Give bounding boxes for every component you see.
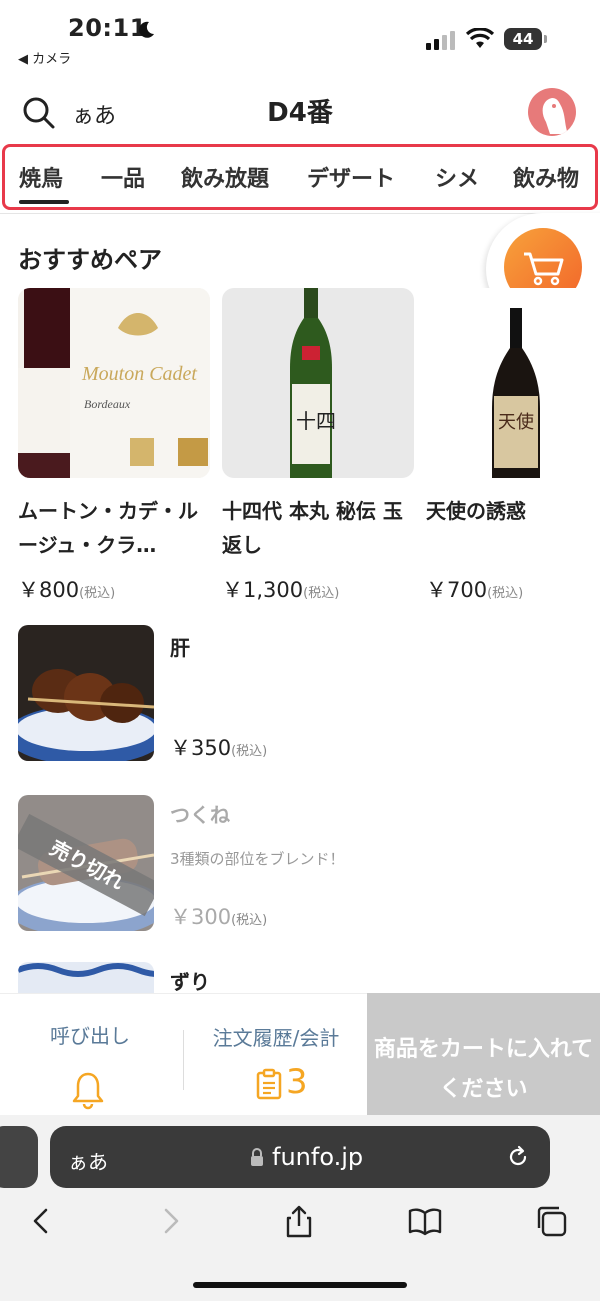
back-to-camera-link[interactable]: ◀ カメラ [18, 48, 71, 67]
soldout-badge: 売り切れ [18, 813, 154, 917]
divider [0, 213, 600, 214]
share-icon[interactable] [282, 1204, 316, 1238]
previous-tab[interactable] [0, 1126, 38, 1188]
call-staff-button[interactable]: 呼び出し [0, 1020, 180, 1049]
item-name: 肝 [170, 636, 190, 660]
product-name: 十四代 本丸 秘伝 玉返し [222, 499, 403, 557]
item-image-kimo[interactable] [18, 625, 154, 761]
tab-nomihoudai[interactable]: 飲み放題 [181, 161, 269, 193]
item-price: ￥350(税込) [170, 736, 268, 760]
forward-icon[interactable] [154, 1204, 188, 1238]
page-title: D4番 [267, 98, 333, 128]
url-text[interactable]: funfo.jp [272, 1143, 363, 1171]
reload-icon[interactable] [506, 1145, 530, 1169]
tab-shime[interactable]: シメ [435, 161, 479, 193]
reader-settings-button[interactable]: ぁあ [68, 1146, 108, 1175]
svg-text:天使: 天使 [498, 412, 534, 433]
divider [183, 1030, 184, 1090]
bell-icon[interactable] [70, 1070, 106, 1110]
svg-text:十四: 十四 [296, 409, 336, 433]
home-indicator [193, 1282, 407, 1288]
soldout-overlay: 売り切れ [18, 795, 154, 931]
tab-dessert[interactable]: デザート [307, 161, 395, 193]
avatar-bird-icon [542, 98, 568, 134]
product-name: ムートン・カデ・ルージュ・クラ… [18, 499, 198, 557]
product-image-tenshi-no-yuwaku[interactable]: 天使 [426, 288, 600, 478]
order-history-button[interactable]: 注文履歴/会計 [186, 1022, 366, 1051]
tab-yakitori[interactable]: 焼鳥 [19, 161, 63, 193]
battery-indicator: 44 [504, 28, 548, 50]
product-price: ￥1,300(税込) [222, 578, 340, 602]
product-price: ￥800(税込) [18, 578, 116, 602]
item-image-zuri[interactable] [18, 962, 154, 993]
item-name: つくね [170, 803, 230, 827]
category-tabs: 焼鳥 一品 飲み放題 デザート シメ 飲み物 [2, 144, 598, 210]
product-name: 天使の誘惑 [426, 499, 526, 523]
tabs-icon[interactable] [534, 1204, 568, 1238]
signal-icon [426, 31, 455, 50]
item-price: ￥300(税込) [170, 905, 268, 929]
product-image-juyondai[interactable]: 十四 [222, 288, 414, 478]
section-title: おすすめペア [18, 246, 162, 274]
product-image-mouton-cadet[interactable]: Mouton Cadet Bordeaux [18, 288, 210, 478]
wifi-icon [466, 28, 494, 48]
moon-icon [139, 21, 154, 38]
order-count: 3 [286, 1062, 308, 1102]
tab-ippin[interactable]: 一品 [101, 161, 145, 193]
clipboard-icon[interactable] [256, 1068, 282, 1100]
item-name: ずり [170, 970, 210, 994]
lock-icon [251, 1148, 263, 1166]
back-icon[interactable] [24, 1204, 58, 1238]
product-price: ￥700(税込) [426, 578, 524, 602]
avatar[interactable] [528, 88, 576, 136]
item-description: 3種類の部位をブレンド！ [170, 850, 345, 868]
bookmarks-icon[interactable] [408, 1204, 442, 1238]
svg-text:Bordeaux: Bordeaux [84, 397, 131, 411]
add-to-cart-button[interactable]: 商品をカートに入れてください [367, 993, 600, 1115]
active-tab-indicator [19, 200, 69, 204]
svg-text:Mouton Cadet: Mouton Cadet [81, 363, 197, 385]
tab-drinks[interactable]: 飲み物 [513, 161, 579, 193]
